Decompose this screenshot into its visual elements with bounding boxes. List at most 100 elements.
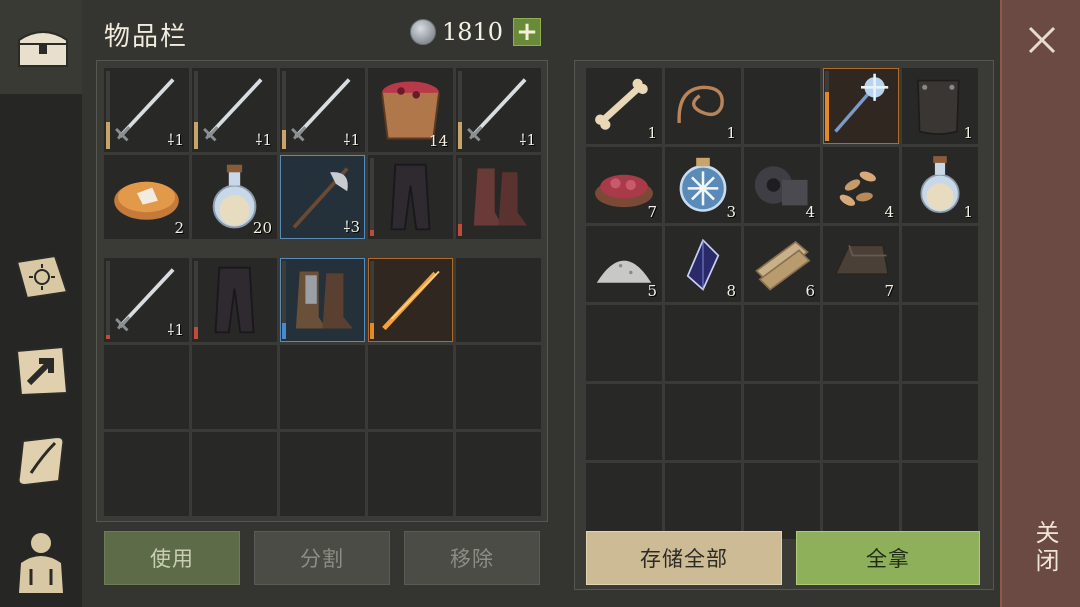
inventory-slot[interactable] bbox=[104, 345, 189, 429]
inventory-slot[interactable]: ⸸1 bbox=[104, 68, 189, 152]
item-count: 7 bbox=[647, 203, 657, 221]
close-panel[interactable]: 关闭 bbox=[1000, 0, 1080, 607]
item-count: 7 bbox=[884, 282, 894, 300]
inventory-slot[interactable]: 14 bbox=[368, 68, 453, 152]
storage-slot[interactable] bbox=[744, 305, 820, 381]
pants-icon bbox=[196, 262, 273, 338]
storage-slot[interactable]: 1 bbox=[902, 147, 978, 223]
close-label: 关闭 bbox=[1031, 520, 1059, 576]
sidebar bbox=[0, 0, 86, 607]
inventory-slot[interactable]: 2 bbox=[104, 155, 189, 239]
inventory-chest-icon bbox=[18, 31, 68, 67]
item-count: ⸸3 bbox=[343, 218, 360, 236]
storage-slot[interactable]: 1 bbox=[665, 68, 741, 144]
storage-slot[interactable]: 7 bbox=[823, 226, 899, 302]
storage-slot[interactable]: 4 bbox=[823, 147, 899, 223]
pie-icon bbox=[108, 159, 185, 235]
item-count: 1 bbox=[963, 203, 973, 221]
storage-slot[interactable] bbox=[902, 226, 978, 302]
item-count: 5 bbox=[647, 282, 657, 300]
inventory-slot[interactable] bbox=[104, 432, 189, 516]
storage-slot[interactable] bbox=[665, 384, 741, 460]
storage-slot[interactable] bbox=[823, 463, 899, 539]
storage-slot[interactable] bbox=[902, 305, 978, 381]
item-count: 4 bbox=[805, 203, 815, 221]
inventory-slot[interactable] bbox=[368, 258, 453, 342]
storage-slot[interactable] bbox=[744, 68, 820, 144]
storage-slot[interactable]: 1 bbox=[902, 68, 978, 144]
storage-slot[interactable] bbox=[823, 68, 899, 144]
boots-armored-icon bbox=[284, 262, 361, 338]
inventory-slot[interactable] bbox=[456, 432, 541, 516]
storage-slot[interactable] bbox=[665, 305, 741, 381]
inventory-slot[interactable] bbox=[192, 345, 277, 429]
storage-slot[interactable] bbox=[823, 305, 899, 381]
inventory-slot[interactable] bbox=[368, 155, 453, 239]
inventory-slot[interactable]: ⸸1 bbox=[456, 68, 541, 152]
inventory-slot[interactable] bbox=[280, 432, 365, 516]
inventory-slot[interactable] bbox=[368, 432, 453, 516]
tab-skills[interactable] bbox=[8, 244, 74, 310]
storage-slot[interactable]: 4 bbox=[744, 147, 820, 223]
item-count: 1 bbox=[726, 124, 736, 142]
tab-map[interactable] bbox=[8, 338, 74, 404]
item-count: 8 bbox=[726, 282, 736, 300]
storage-slot[interactable] bbox=[586, 305, 662, 381]
storage-slot[interactable] bbox=[744, 463, 820, 539]
inventory-slot[interactable]: ⸸1 bbox=[104, 258, 189, 342]
store-all-button[interactable]: 存储全部 bbox=[586, 531, 782, 585]
item-count: 20 bbox=[252, 219, 272, 237]
inventory-slot[interactable]: ⸸3 bbox=[280, 155, 365, 239]
storage-slot[interactable]: 1 bbox=[586, 68, 662, 144]
character-icon bbox=[19, 533, 63, 593]
inventory-slot[interactable] bbox=[368, 345, 453, 429]
item-count: ⸸1 bbox=[343, 131, 360, 149]
split-button[interactable]: 分割 bbox=[254, 531, 390, 585]
inventory-slot[interactable] bbox=[280, 258, 365, 342]
item-count: ⸸1 bbox=[519, 131, 536, 149]
storage-slot[interactable]: 5 bbox=[586, 226, 662, 302]
currency-display: 1810 + bbox=[410, 18, 542, 46]
item-count: ⸸1 bbox=[167, 321, 184, 339]
item-count: 14 bbox=[428, 132, 448, 150]
storage-slot[interactable] bbox=[744, 384, 820, 460]
pants-icon bbox=[372, 159, 449, 235]
inventory-slot[interactable]: ⸸1 bbox=[280, 68, 365, 152]
storage-slot[interactable]: 6 bbox=[744, 226, 820, 302]
map-arrow-icon bbox=[15, 345, 69, 397]
item-count: ⸸1 bbox=[167, 131, 184, 149]
tab-inventory[interactable] bbox=[0, 0, 86, 94]
storage-slot[interactable] bbox=[586, 463, 662, 539]
boots-icon bbox=[460, 159, 537, 235]
inventory-slot[interactable] bbox=[456, 345, 541, 429]
storage-grid: 111734415867 bbox=[586, 68, 978, 539]
tab-quests[interactable] bbox=[8, 428, 74, 494]
storage-slot[interactable] bbox=[902, 463, 978, 539]
inventory-slot[interactable] bbox=[280, 345, 365, 429]
inventory-slot[interactable] bbox=[192, 258, 277, 342]
inventory-slot[interactable]: ⸸1 bbox=[192, 68, 277, 152]
page-title: 物品栏 bbox=[104, 22, 189, 52]
tab-character[interactable] bbox=[8, 528, 74, 594]
storage-slot[interactable]: 7 bbox=[586, 147, 662, 223]
storage-slot[interactable] bbox=[586, 384, 662, 460]
use-button[interactable]: 使用 bbox=[104, 531, 240, 585]
close-icon[interactable] bbox=[1024, 22, 1060, 58]
inventory-slot[interactable] bbox=[192, 432, 277, 516]
item-count: ⸸1 bbox=[255, 131, 272, 149]
remove-button[interactable]: 移除 bbox=[404, 531, 540, 585]
inventory-slot[interactable]: 20 bbox=[192, 155, 277, 239]
inventory-slot[interactable] bbox=[456, 155, 541, 239]
storage-slot[interactable] bbox=[665, 463, 741, 539]
take-all-button[interactable]: 全拿 bbox=[796, 531, 980, 585]
storage-slot[interactable]: 8 bbox=[665, 226, 741, 302]
storage-slot[interactable]: 3 bbox=[665, 147, 741, 223]
storage-slot[interactable] bbox=[823, 384, 899, 460]
item-count: 1 bbox=[647, 124, 657, 142]
inventory-slot[interactable] bbox=[456, 258, 541, 342]
add-currency-button[interactable]: + bbox=[513, 18, 542, 46]
item-count: 2 bbox=[174, 219, 184, 237]
player-equipment-grid: ⸸1 bbox=[104, 258, 541, 516]
storage-slot[interactable] bbox=[902, 384, 978, 460]
currency-amount: 1810 bbox=[442, 18, 504, 46]
